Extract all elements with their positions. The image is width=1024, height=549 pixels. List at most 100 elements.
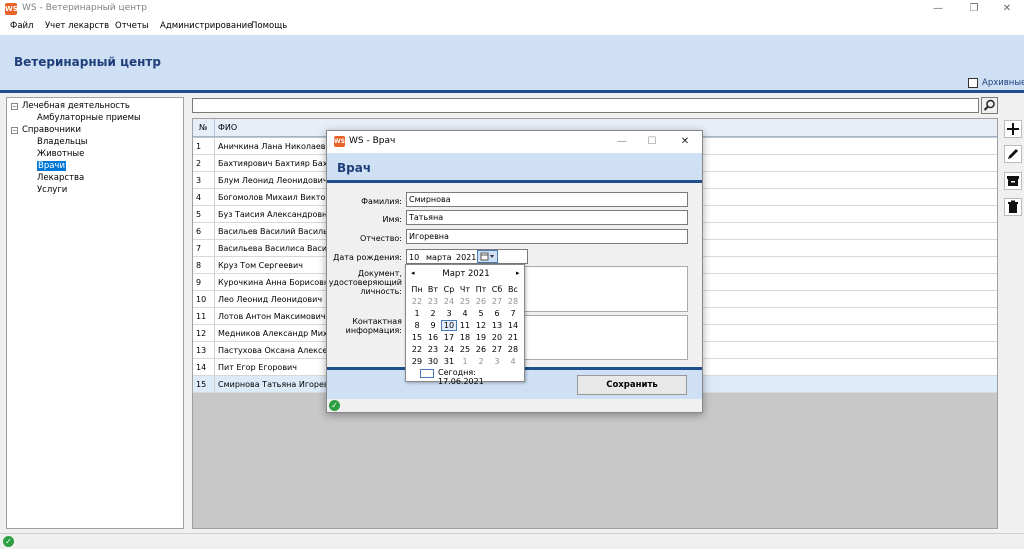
calendar-day[interactable]: 22 [409, 344, 425, 355]
calendar-prev-icon[interactable]: ◂ [411, 269, 415, 277]
column-header-number[interactable]: № [199, 123, 207, 132]
calendar-day[interactable]: 28 [505, 296, 521, 307]
date-dropdown-button[interactable] [477, 250, 498, 263]
patronymic-field[interactable]: Игоревна [406, 229, 688, 244]
birth-date-year[interactable]: 2021 [456, 253, 476, 262]
calendar-day[interactable]: 3 [441, 308, 457, 319]
birth-date-picker[interactable]: 10 марта 2021 [406, 249, 528, 264]
calendar-day[interactable]: 24 [441, 296, 457, 307]
add-button[interactable] [1004, 120, 1022, 138]
calendar-day[interactable]: 4 [505, 356, 521, 367]
calendar-day[interactable]: 2 [473, 356, 489, 367]
delete-button[interactable] [1004, 198, 1022, 216]
calendar-day[interactable]: 1 [409, 308, 425, 319]
calendar-day[interactable]: 12 [473, 320, 489, 331]
menu-help[interactable]: Помощь [251, 21, 287, 31]
calendar-day[interactable]: 1 [457, 356, 473, 367]
calendar-day[interactable]: 8 [409, 320, 425, 331]
calendar-day[interactable]: 13 [489, 320, 505, 331]
calendar-day[interactable]: 29 [409, 356, 425, 367]
calendar-weekday: Ср [443, 285, 455, 294]
tree-group-medical[interactable]: Лечебная деятельность [22, 101, 130, 111]
calendar-day[interactable]: 31 [441, 356, 457, 367]
maximize-button[interactable]: ❐ [957, 0, 991, 18]
tree-item-drugs[interactable]: Лекарства [37, 173, 84, 183]
column-separator [214, 376, 215, 392]
tree-item-owners[interactable]: Владельцы [37, 137, 88, 147]
tree-group-references[interactable]: Справочники [22, 125, 81, 135]
calendar-day[interactable]: 22 [409, 296, 425, 307]
calendar-day[interactable]: 23 [425, 296, 441, 307]
calendar-day[interactable]: 28 [505, 344, 521, 355]
calendar-day[interactable]: 23 [425, 344, 441, 355]
calendar-day[interactable]: 21 [505, 332, 521, 343]
dialog-minimize-button[interactable]: — [607, 133, 637, 151]
search-input[interactable] [192, 98, 979, 113]
tree-item-outpatient[interactable]: Амбулаторные приемы [37, 113, 141, 123]
archive-button[interactable] [1004, 172, 1022, 190]
menu-administration[interactable]: Администрирование [160, 21, 252, 31]
calendar-day[interactable]: 18 [457, 332, 473, 343]
dialog-maximize-button[interactable]: ☐ [637, 133, 667, 151]
tree-item-services[interactable]: Услуги [37, 185, 67, 195]
calendar-today-link[interactable]: Сегодня: 17.06.2021 [438, 368, 524, 386]
column-separator [214, 274, 215, 290]
archive-checkbox[interactable] [968, 78, 978, 88]
last-name-field[interactable]: Смирнова [406, 192, 688, 207]
birth-date-day[interactable]: 10 [409, 253, 419, 262]
calendar-day[interactable]: 4 [457, 308, 473, 319]
close-button[interactable]: ✕ [990, 0, 1024, 18]
cell-number: 11 [196, 312, 207, 321]
calendar-day[interactable]: 26 [473, 344, 489, 355]
calendar-day[interactable]: 16 [425, 332, 441, 343]
menu-reports[interactable]: Отчеты [115, 21, 149, 31]
calendar-day[interactable]: 7 [505, 308, 521, 319]
calendar-day[interactable]: 30 [425, 356, 441, 367]
calendar-day[interactable]: 5 [473, 308, 489, 319]
cell-number: 13 [196, 346, 207, 355]
calendar-day[interactable]: 9 [425, 320, 441, 331]
calendar-day[interactable]: 15 [409, 332, 425, 343]
calendar-day[interactable]: 3 [489, 356, 505, 367]
calendar-day[interactable]: 11 [457, 320, 473, 331]
calendar-day[interactable]: 20 [489, 332, 505, 343]
minimize-button[interactable]: — [921, 0, 955, 18]
cell-full-name: Круз Том Сергеевич [218, 261, 303, 270]
column-separator [214, 308, 215, 324]
birth-date-month[interactable]: марта [426, 253, 452, 262]
calendar-day[interactable]: 27 [489, 296, 505, 307]
navigation-tree: − Лечебная деятельность Амбулаторные при… [6, 97, 184, 529]
today-marker-icon [420, 369, 434, 378]
tree-expander-icon[interactable]: − [11, 127, 18, 134]
calendar-next-icon[interactable]: ▸ [516, 269, 520, 277]
dialog-close-button[interactable]: ✕ [670, 133, 700, 151]
edit-button[interactable] [1004, 145, 1022, 163]
calendar-day[interactable]: 2 [425, 308, 441, 319]
calendar-day[interactable]: 14 [505, 320, 521, 331]
dialog-title: WS - Врач [349, 136, 396, 146]
first-name-field[interactable]: Татьяна [406, 210, 688, 225]
calendar-day[interactable]: 6 [489, 308, 505, 319]
calendar-day[interactable]: 27 [489, 344, 505, 355]
calendar-day[interactable]: 17 [441, 332, 457, 343]
calendar-month-title[interactable]: Март 2021 [406, 269, 526, 279]
calendar-day[interactable]: 26 [473, 296, 489, 307]
menu-file[interactable]: Файл [10, 21, 33, 31]
cell-full-name: Блум Леонид Леонидович [218, 176, 328, 185]
tree-item-animals[interactable]: Животные [37, 149, 84, 159]
column-separator [214, 325, 215, 341]
tree-expander-icon[interactable]: − [11, 103, 18, 110]
tree-item-doctors[interactable]: Врачи [37, 161, 66, 171]
dialog-titlebar: WS WS - Врач — ☐ ✕ [327, 131, 702, 153]
column-separator [214, 155, 215, 171]
search-button[interactable] [981, 97, 998, 114]
calendar-day[interactable]: 19 [473, 332, 489, 343]
column-header-name[interactable]: ФИО [218, 123, 237, 132]
calendar-day[interactable]: 25 [457, 344, 473, 355]
calendar-dropdown-icon [480, 252, 494, 261]
save-button[interactable]: Сохранить [577, 375, 687, 395]
calendar-day[interactable]: 24 [441, 344, 457, 355]
menu-drug-accounting[interactable]: Учет лекарств [45, 21, 109, 31]
calendar-day[interactable]: 25 [457, 296, 473, 307]
calendar-day[interactable]: 10 [441, 320, 457, 331]
